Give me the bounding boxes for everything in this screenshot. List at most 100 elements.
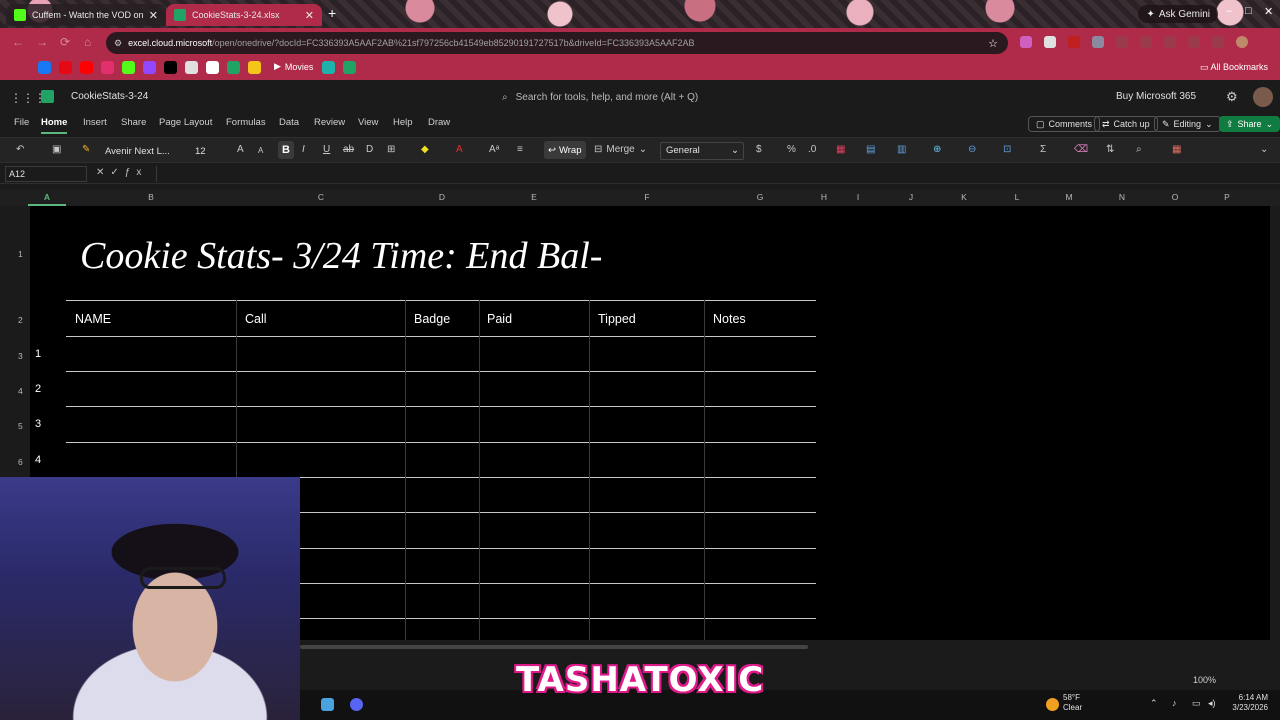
row-index-cell[interactable]: 3	[35, 418, 41, 430]
bookmark-icon[interactable]	[343, 61, 356, 74]
font-color-icon[interactable]: A	[456, 144, 463, 155]
youtube-bookmark-icon[interactable]	[80, 61, 93, 74]
italic-icon[interactable]: I	[302, 144, 305, 155]
header-notes[interactable]: Notes	[713, 312, 746, 326]
extension-icon[interactable]	[1116, 36, 1128, 48]
twitch-bookmark-icon[interactable]	[143, 61, 156, 74]
horizontal-scrollbar[interactable]	[300, 645, 1280, 651]
header-name[interactable]: NAME	[75, 312, 111, 326]
extension-icon[interactable]	[1188, 36, 1200, 48]
header-tipped[interactable]: Tipped	[598, 312, 636, 326]
percent-icon[interactable]: %	[787, 144, 796, 155]
discord-taskbar-icon[interactable]	[350, 698, 363, 711]
sort-filter-icon[interactable]: ⇅	[1106, 144, 1114, 155]
bookmark-icon[interactable]	[248, 61, 261, 74]
merge-button[interactable]: ⊟ Merge ⌄	[594, 144, 647, 155]
column-header-i[interactable]: I	[857, 192, 859, 202]
share-button[interactable]: ⇪ Share ⌄	[1219, 116, 1280, 132]
weather-widget[interactable]: 58°F Clear	[1063, 693, 1082, 713]
volume-icon[interactable]: ◂)	[1208, 698, 1216, 709]
row-index-cell[interactable]: 4	[35, 454, 41, 466]
column-header-n[interactable]: N	[1119, 192, 1125, 202]
column-header-c[interactable]: C	[318, 192, 324, 202]
strikethrough-icon[interactable]: ab	[343, 144, 354, 155]
all-bookmarks[interactable]: ▭ All Bookmarks	[1200, 62, 1268, 73]
bookmark-icon[interactable]	[206, 61, 219, 74]
profile-avatar-icon[interactable]	[1236, 36, 1248, 48]
comments-button[interactable]: ▢ Comments	[1028, 116, 1101, 132]
number-format-select[interactable]: General ⌄	[660, 142, 744, 160]
tray-chevron-icon[interactable]: ⌃	[1150, 698, 1158, 709]
addins-icon[interactable]: ▦	[1172, 144, 1181, 155]
tab-file[interactable]: File	[14, 117, 29, 128]
row-header-1[interactable]: 1	[18, 249, 23, 259]
decrease-font-icon[interactable]: A	[258, 146, 263, 155]
column-header-f[interactable]: F	[644, 192, 649, 202]
address-bar[interactable]: ⚙ excel.cloud.microsoft /open/onedrive/?…	[106, 32, 1008, 54]
bookmark-star-icon[interactable]: ☆	[988, 37, 998, 50]
autosum-icon[interactable]: Σ	[1040, 144, 1046, 155]
bookmark-icon[interactable]	[227, 61, 240, 74]
row-index-cell[interactable]: 2	[35, 383, 41, 395]
format-as-table-icon[interactable]: ▤	[866, 144, 875, 155]
minimize-icon[interactable]: –	[1226, 5, 1232, 17]
tab-data[interactable]: Data	[279, 117, 299, 128]
column-header-k[interactable]: K	[961, 192, 967, 202]
maximize-icon[interactable]: □	[1245, 5, 1252, 17]
cell-styles-icon[interactable]: ▥	[897, 144, 906, 155]
extension-icon[interactable]	[1164, 36, 1176, 48]
close-tab-icon[interactable]: ✕	[149, 9, 158, 22]
clear-icon[interactable]: ⌫	[1074, 144, 1088, 155]
extension-icon[interactable]	[1044, 36, 1056, 48]
row-header-3[interactable]: 3	[18, 351, 23, 361]
tab-help[interactable]: Help	[393, 117, 413, 128]
column-header-b[interactable]: B	[148, 192, 154, 202]
site-info-icon[interactable]: ⚙	[114, 38, 122, 49]
catch-up-button[interactable]: ⇄ Catch up	[1094, 116, 1158, 132]
find-icon[interactable]: ⌕	[1136, 144, 1142, 155]
decimal-icon[interactable]: .0	[808, 144, 816, 155]
scrollbar-thumb[interactable]	[300, 645, 808, 649]
browser-tab-excel[interactable]: CookieStats-3-24.xlsx ✕	[166, 4, 322, 26]
bookmark-icon[interactable]	[185, 61, 198, 74]
header-paid[interactable]: Paid	[487, 312, 512, 326]
column-header-o[interactable]: O	[1172, 192, 1179, 202]
column-header-l[interactable]: L	[1015, 192, 1020, 202]
document-title[interactable]: CookieStats-3-24	[71, 91, 148, 102]
formula-input[interactable]	[156, 166, 1274, 182]
column-header-a[interactable]: A	[44, 192, 50, 202]
extension-icon[interactable]	[1068, 36, 1080, 48]
superscript-icon[interactable]: Aᵃ	[489, 144, 499, 155]
tab-page-layout[interactable]: Page Layout	[159, 117, 212, 128]
extension-icon[interactable]	[1092, 36, 1104, 48]
x-bookmark-icon[interactable]	[164, 61, 177, 74]
column-header-e[interactable]: E	[531, 192, 537, 202]
forward-icon[interactable]: →	[36, 35, 48, 49]
row-index-cell[interactable]: 1	[35, 348, 41, 360]
avatar[interactable]	[1253, 87, 1273, 107]
editing-mode-button[interactable]: ✎ Editing ⌄	[1154, 116, 1221, 132]
facebook-bookmark-icon[interactable]	[38, 61, 51, 74]
column-header-g[interactable]: G	[757, 192, 764, 202]
tab-home[interactable]: Home	[41, 117, 67, 128]
conditional-format-icon[interactable]: ▦	[836, 144, 845, 155]
zoom-level[interactable]: 100%	[1193, 675, 1216, 685]
column-header-d[interactable]: D	[439, 192, 445, 202]
row-header-6[interactable]: 6	[18, 457, 23, 467]
column-header-j[interactable]: J	[909, 192, 913, 202]
netflix-bookmark-icon[interactable]	[59, 61, 72, 74]
clock[interactable]: 6:14 AM 3/23/2026	[1226, 693, 1268, 713]
ask-gemini-button[interactable]: ✦ Ask Gemini	[1138, 5, 1218, 23]
home-icon[interactable]: ⌂	[84, 35, 91, 49]
bold-icon[interactable]: B	[278, 141, 294, 159]
close-tab-icon[interactable]: ✕	[305, 9, 314, 22]
tab-insert[interactable]: Insert	[83, 117, 107, 128]
new-tab-icon[interactable]: +	[328, 6, 342, 20]
clipboard-icon[interactable]: ▣	[52, 144, 61, 155]
settings-gear-icon[interactable]: ⚙	[1226, 89, 1238, 105]
column-header-p[interactable]: P	[1224, 192, 1230, 202]
tab-review[interactable]: Review	[314, 117, 345, 128]
bookmark-icon[interactable]	[322, 61, 335, 74]
sheet-title[interactable]: Cookie Stats- 3/24 Time: End Bal-	[80, 234, 602, 278]
notepad-taskbar-icon[interactable]	[321, 698, 334, 711]
